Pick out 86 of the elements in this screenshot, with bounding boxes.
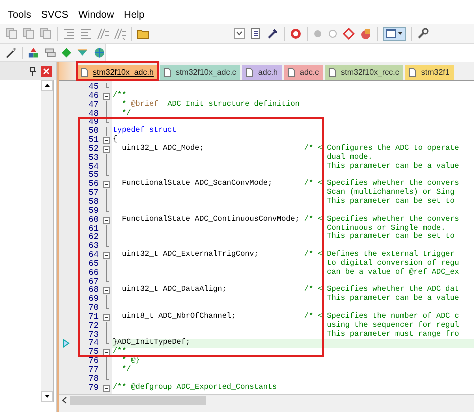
file-tab[interactable]: stm32f10x_adc.c [160,65,240,80]
file-tab[interactable]: stm32f10x_adc.h [77,65,158,80]
line-number: 48 [88,110,99,118]
line-number: 77 [88,366,99,375]
line-number: 59 [88,206,99,216]
file-icon [409,68,416,77]
line-number: 75 [88,348,99,358]
comment-icon[interactable] [114,28,126,40]
file-tab[interactable]: stm32f1 [405,65,454,80]
globe-icon[interactable] [94,46,105,58]
line-number: 61 [88,224,99,234]
fold-toggle-icon[interactable] [103,349,110,356]
line-number: 63 [88,242,99,252]
file-icon [329,68,336,77]
line-number: 58 [88,198,99,207]
wand-icon[interactable] [6,46,18,58]
window-dropdown[interactable] [383,26,406,40]
line-number: 64 [88,251,99,260]
line-number: 76 [88,357,99,366]
line-number: 71 [88,312,99,322]
file-tab[interactable]: adc.c [284,65,324,80]
line-number: 46 [88,92,99,101]
line-number: 62 [88,233,99,242]
line-number: 51 [88,136,99,145]
comment-icon[interactable] [97,28,109,40]
close-icon [43,68,50,74]
fold-toggle-icon[interactable] [103,287,110,294]
file-icon [246,68,254,77]
menu-item[interactable]: Tools [8,8,32,22]
menu-item[interactable]: Help [124,8,145,22]
line-number: 74 [88,339,99,348]
folder-icon[interactable] [137,28,150,40]
document-icon[interactable] [250,28,262,40]
line-number: 57 [88,189,99,198]
fold-toggle-icon[interactable] [103,136,110,144]
line-number: 68 [88,286,99,296]
shapes-icon[interactable] [28,46,40,58]
line-number: 78 [88,374,99,384]
fold-toggle-icon[interactable] [103,384,110,392]
menu-item[interactable]: SVCS [41,8,69,22]
indent-icon[interactable] [80,28,92,40]
fold-toggle-icon[interactable] [103,252,110,259]
fold-toggle-icon[interactable] [103,216,110,224]
line-number: 53 [88,154,99,163]
stack-icon[interactable] [44,46,56,58]
download-icon[interactable] [77,46,89,58]
line-number: 65 [88,260,99,269]
diamond-icon[interactable] [343,28,355,40]
line-number: 52 [88,144,99,154]
fold-toggle-icon[interactable] [103,314,110,321]
close-button[interactable] [41,66,52,76]
line-number: 67 [88,278,99,286]
line-number: 47 [88,100,99,110]
line-number: 45 [88,83,99,92]
indent-icon[interactable] [63,28,75,40]
diamond-icon[interactable] [60,46,72,58]
scrollbar-thumb[interactable] [70,396,206,405]
file-icon [164,68,171,77]
file-tab[interactable]: stm32f10x_rcc.c [325,65,404,80]
line-number: 70 [88,304,99,313]
line-number: 54 [88,162,99,172]
scrollbar[interactable] [41,80,54,402]
line-number: 50 [88,127,99,136]
line-number: 55 [88,171,99,180]
dropdown-icon[interactable] [234,28,245,39]
pin-icon[interactable] [29,66,37,76]
wrench-icon[interactable] [417,28,429,40]
line-number: 69 [88,295,99,304]
caret-icon [398,32,403,35]
fold-toggle-icon[interactable] [103,181,110,188]
file-icon [81,68,88,77]
line-number: 72 [88,322,99,331]
line-number: 56 [88,180,99,190]
menu-item[interactable]: Window [78,8,114,22]
window-icon [386,29,396,38]
line-number: 60 [88,216,99,224]
up-arrow-icon[interactable] [44,84,50,87]
line-number: 66 [88,268,99,278]
fold-toggle-icon[interactable] [103,92,110,100]
tool-icon[interactable] [267,28,279,40]
down-arrow-icon[interactable] [44,395,50,398]
file-tab[interactable]: adc.h [242,65,282,80]
fold-toggle-icon[interactable] [103,146,110,153]
line-number: 79 [88,384,99,393]
line-number: 73 [88,330,99,340]
file-icon [288,68,295,77]
